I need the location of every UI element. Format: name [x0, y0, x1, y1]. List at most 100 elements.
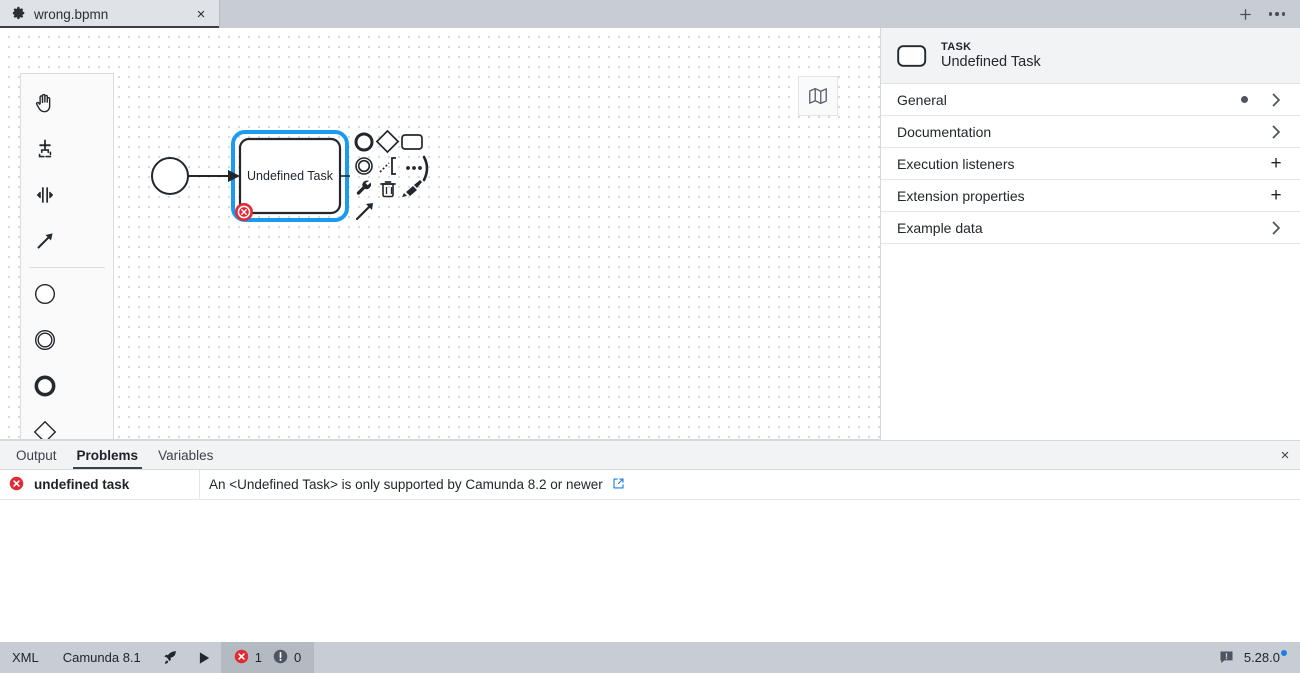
- group-label: General: [897, 91, 947, 108]
- status-xml-button[interactable]: XML: [0, 642, 51, 673]
- group-label: Example data: [897, 219, 983, 236]
- bpmn-palette[interactable]: [20, 73, 114, 440]
- rocket-icon: [164, 651, 177, 664]
- connect-icon[interactable]: [355, 203, 373, 221]
- properties-group-example-data[interactable]: Example data: [881, 212, 1300, 244]
- space-tool-icon[interactable]: [21, 172, 68, 218]
- version-label: 5.28.0: [1243, 650, 1280, 665]
- task-icon: [897, 44, 927, 68]
- properties-panel: TASK Undefined Task General Documentatio…: [880, 28, 1300, 440]
- set-color-icon[interactable]: [402, 180, 422, 197]
- error-badge[interactable]: [235, 203, 253, 221]
- context-pad-more-icon[interactable]: [406, 155, 429, 182]
- add-extension-property-button[interactable]: +: [1268, 186, 1284, 205]
- status-engine-button[interactable]: Camunda 8.1: [51, 642, 153, 673]
- bpmn-canvas[interactable]: Undefined Task: [0, 28, 880, 440]
- error-count: 1: [254, 650, 263, 665]
- start-event[interactable]: [151, 157, 189, 195]
- run-button[interactable]: [187, 642, 221, 673]
- plus-icon: +: [1270, 153, 1282, 174]
- lasso-tool-icon[interactable]: [21, 126, 68, 172]
- add-execution-listener-button[interactable]: +: [1268, 154, 1284, 173]
- status-problems-button[interactable]: 1 0: [220, 642, 315, 673]
- properties-group-extension-properties[interactable]: Extension properties +: [881, 180, 1300, 212]
- change-element-type-icon[interactable]: [356, 180, 371, 195]
- task-label: Undefined Task: [247, 169, 334, 183]
- problem-title: undefined task: [34, 477, 130, 492]
- chevron-right-icon: [1268, 221, 1284, 235]
- map-icon: [809, 87, 827, 105]
- problem-name-cell: undefined task: [0, 470, 200, 499]
- bottom-panel-tabs: Output Problems Variables ×: [0, 440, 1300, 470]
- problem-message: An <Undefined Task> is only supported by…: [209, 477, 603, 492]
- deploy-button[interactable]: [153, 642, 187, 673]
- create-start-event-icon[interactable]: [21, 271, 68, 317]
- close-bottom-panel-button[interactable]: ×: [1270, 441, 1300, 469]
- group-label: Documentation: [897, 123, 992, 140]
- group-label: Extension properties: [897, 187, 1025, 204]
- main-area: Undefined Task TASK Undefined Task Gener…: [0, 28, 1300, 440]
- append-text-annotation-icon[interactable]: [379, 157, 396, 175]
- properties-header: TASK Undefined Task: [881, 28, 1300, 84]
- tab-label: Output: [16, 447, 57, 463]
- delete-element-icon[interactable]: [380, 181, 396, 198]
- group-filled-indicator: [1241, 96, 1248, 103]
- palette-divider: [29, 267, 105, 268]
- feedback-icon: [1220, 651, 1233, 664]
- plus-icon: +: [1270, 185, 1282, 206]
- tab-label: Problems: [76, 447, 139, 463]
- engine-label: Camunda 8.1: [62, 650, 141, 665]
- update-available-dot: [1281, 649, 1287, 656]
- properties-group-general[interactable]: General: [881, 84, 1300, 116]
- tab-bar-actions: [1232, 0, 1300, 28]
- append-intermediate-event-icon[interactable]: [355, 157, 373, 175]
- create-gateway-icon[interactable]: [21, 409, 68, 440]
- global-connect-tool-icon[interactable]: [21, 218, 68, 264]
- tab-bar: wrong.bpmn ×: [0, 0, 1300, 28]
- append-gateway-icon[interactable]: [375, 129, 400, 154]
- problem-row[interactable]: undefined task An <Undefined Task> is on…: [0, 470, 1300, 500]
- status-bar: XML Camunda 8.1 1 0 5.28.0: [0, 642, 1300, 673]
- element-name-label: Undefined Task: [941, 54, 1041, 70]
- warning-icon: [273, 649, 288, 667]
- tab-label: wrong.bpmn: [34, 6, 109, 22]
- create-end-event-icon[interactable]: [21, 363, 68, 409]
- more-options-button[interactable]: [1264, 2, 1290, 26]
- chevron-right-icon: [1268, 93, 1284, 107]
- tab-variables[interactable]: Variables: [148, 441, 223, 469]
- problem-message-cell: An <Undefined Task> is only supported by…: [200, 470, 1300, 499]
- group-label: Execution listeners: [897, 155, 1015, 172]
- bpmn-diagram: Undefined Task: [151, 129, 429, 222]
- error-icon: [234, 649, 249, 667]
- gear-icon: [12, 6, 26, 23]
- camunda-modeler-window: wrong.bpmn × Undefined Task TASK Undefin…: [0, 0, 1300, 673]
- tab-problems[interactable]: Problems: [67, 441, 149, 469]
- tab-label: Variables: [158, 447, 214, 463]
- chevron-right-icon: [1268, 125, 1284, 139]
- undefined-task[interactable]: Undefined Task: [238, 137, 342, 215]
- status-bar-spacer: [314, 642, 1210, 673]
- tab-output[interactable]: Output: [6, 441, 67, 469]
- minimap-toggle-button[interactable]: [798, 76, 838, 116]
- bottom-tabs-spacer: [223, 441, 1270, 469]
- hand-tool-icon[interactable]: [21, 80, 68, 126]
- play-icon: [199, 651, 210, 664]
- properties-group-execution-listeners[interactable]: Execution listeners +: [881, 148, 1300, 180]
- problems-list-body: [0, 500, 1300, 642]
- properties-header-text: TASK Undefined Task: [941, 41, 1041, 70]
- tab-wrong-bpmn[interactable]: wrong.bpmn ×: [0, 0, 220, 28]
- bottom-panel: Output Problems Variables × undefined ta…: [0, 440, 1300, 642]
- new-tab-button[interactable]: [1232, 2, 1258, 26]
- feedback-button[interactable]: [1210, 642, 1244, 673]
- element-type-label: TASK: [941, 41, 972, 53]
- create-intermediate-event-icon[interactable]: [21, 317, 68, 363]
- close-icon[interactable]: ×: [193, 6, 209, 22]
- context-pad[interactable]: [354, 129, 429, 221]
- version-button[interactable]: 5.28.0: [1244, 642, 1300, 673]
- append-end-event-icon[interactable]: [354, 132, 374, 152]
- append-task-icon[interactable]: [401, 134, 423, 150]
- warning-count: 0: [294, 650, 302, 665]
- external-link-icon[interactable]: [612, 477, 625, 493]
- properties-group-documentation[interactable]: Documentation: [881, 116, 1300, 148]
- error-icon: [9, 476, 24, 494]
